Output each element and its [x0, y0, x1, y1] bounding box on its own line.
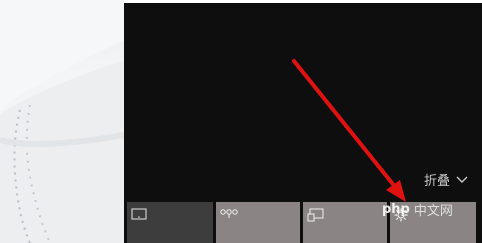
watermark-site-text: 中文网 [413, 204, 453, 219]
quick-action-network[interactable] [216, 202, 300, 243]
collapse-toggle[interactable]: 折叠 [424, 170, 468, 189]
connect-display-icon [307, 208, 324, 222]
desktop-wallpaper [0, 0, 124, 243]
quick-action-connect[interactable] [303, 202, 387, 243]
site-watermark: php 中文网 [382, 200, 453, 219]
chevron-down-icon [456, 176, 468, 183]
watermark-logo: php [382, 202, 410, 217]
collapse-label: 折叠 [423, 174, 450, 189]
snow-slope-image [0, 0, 124, 243]
quick-action-tablet-mode[interactable] [127, 202, 213, 243]
network-icon [220, 209, 238, 218]
tablet-mode-icon [131, 208, 147, 220]
